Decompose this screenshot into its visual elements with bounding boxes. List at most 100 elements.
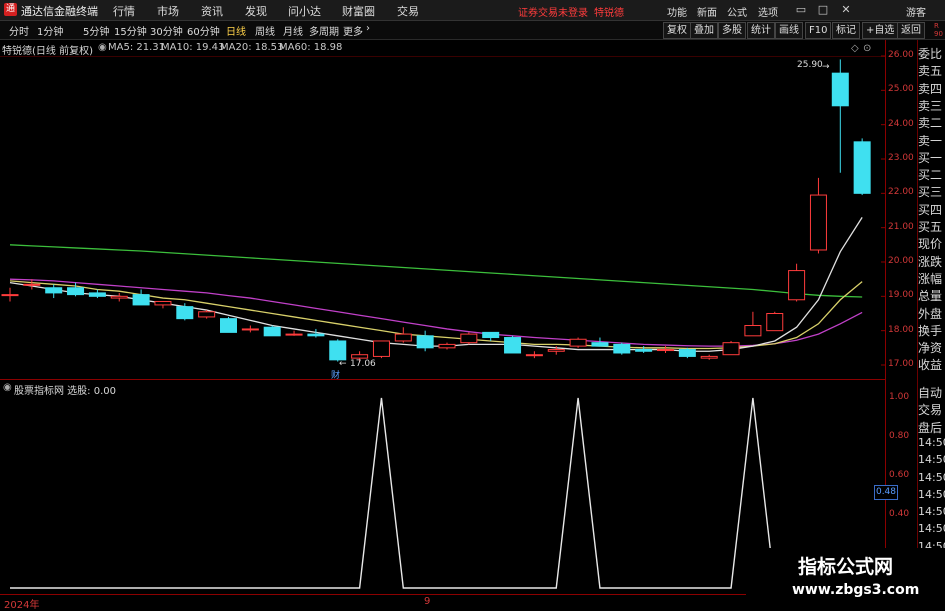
candle-body [67,287,85,296]
candle-body [285,333,303,336]
candle-body [263,326,281,337]
sidebar-label: 卖二 [918,116,943,131]
candle [110,292,128,302]
indicator-line [10,397,863,589]
sidebar-label: 买四 [918,202,943,217]
candle [722,340,740,356]
ind-tick-0.60: 0.60 [889,470,910,480]
candle-body [569,338,587,347]
sidebar-label: 卖一 [918,133,943,148]
candle-body [809,194,827,251]
candle-body [220,318,237,333]
sidebar-trade-label: 自动 [918,386,943,400]
candle-body [700,355,718,359]
candle-body [657,349,674,352]
candle [744,311,762,337]
candle [788,263,806,302]
candle [263,325,281,337]
sidebar-label: 委比 [918,47,943,61]
candle-body [241,328,259,331]
candle-body [853,141,871,194]
low-price-label: 17.06 [350,359,376,369]
ind-tick-0.40: 0.40 [889,509,910,519]
candle [394,327,412,343]
candle [416,330,434,352]
low-arrow-icon: ← [339,359,347,369]
sidebar-trade-label: 14:50 [918,487,945,501]
sidebar-label: 收益 [918,358,943,373]
candle-body [613,343,631,354]
y-tick-label: 18.00 [888,324,914,335]
candle-body [307,333,325,337]
sidebar-label: 净资 [918,341,943,356]
y-tick-label: 19.00 [888,290,914,301]
watermark-url: www.zbgs3.com [792,582,920,598]
ma60-line [9,244,863,298]
candle [45,284,63,299]
panel-divider [0,379,886,380]
candle-body [329,340,347,361]
watermark-box: 指标公式网 www.zbgs3.com [746,548,945,609]
candle [766,311,784,332]
finance-event-marker[interactable]: 财 [331,368,340,381]
candle [132,289,150,306]
candle [504,335,522,354]
candle [613,342,631,355]
high-arrow-icon: → [822,62,830,72]
sidebar-trade-label: 盘后 [918,420,943,435]
y-tick-label: 17.00 [888,359,914,369]
y-tick-label: 24.00 [888,118,914,129]
candle [809,177,827,254]
y-tick-label: 22.00 [888,187,914,198]
candle-body [45,287,63,294]
candle [569,337,587,348]
candle-body [372,340,390,357]
candle-body [504,337,522,354]
candle [285,330,303,336]
candle-body [132,294,150,306]
candle [372,340,390,359]
candle [220,316,237,333]
candle-body [831,72,849,107]
candle-body [460,333,478,344]
ind-tick-1.00: 1.00 [889,392,910,402]
sidebar-label: 外盘 [918,306,943,321]
sidebar-label: 现价 [918,237,943,252]
ma10-line [9,280,863,350]
ma-lines [9,217,863,352]
candle-body [525,354,543,357]
candle-body [591,342,609,347]
indicator-toggle-icon[interactable]: ◉ [3,382,12,393]
sidebar-label: 买三 [918,185,943,200]
ind-tick-0.80: 0.80 [889,431,910,441]
candle-body [23,283,41,286]
candle [1,287,19,302]
candle-body [482,331,500,339]
watermark-title: 指标公式网 [798,556,894,578]
sidebar-label: 买五 [918,220,943,234]
sidebar-label: 涨跌 [918,254,943,269]
sidebar-trade-label: 14:50 [918,435,945,449]
candle-body [744,325,762,337]
candle [241,325,259,333]
candle-body [176,306,194,320]
candle [700,354,718,360]
candle-body [351,354,369,359]
candle [198,310,216,319]
y-tick-label: 20.00 [888,256,914,266]
candle [482,331,500,341]
sidebar-label: 卖三 [918,98,943,113]
high-price-label: 25.90 [797,60,823,70]
candle-body [788,270,806,301]
indicator-title: 股票指标网 选股: 0.00 [14,386,116,397]
ma5-line [9,217,863,352]
sidebar-label: 买二 [918,168,943,183]
candle-body [110,295,128,299]
chart-canvas [0,40,918,595]
sidebar-label: 换手 [918,323,943,338]
sidebar-label: 买一 [918,150,943,165]
indicator-lines [10,397,863,589]
candle [831,59,849,173]
sidebar-label: 卖四 [918,81,943,96]
sidebar-trade-label: 14:50 [918,453,945,467]
